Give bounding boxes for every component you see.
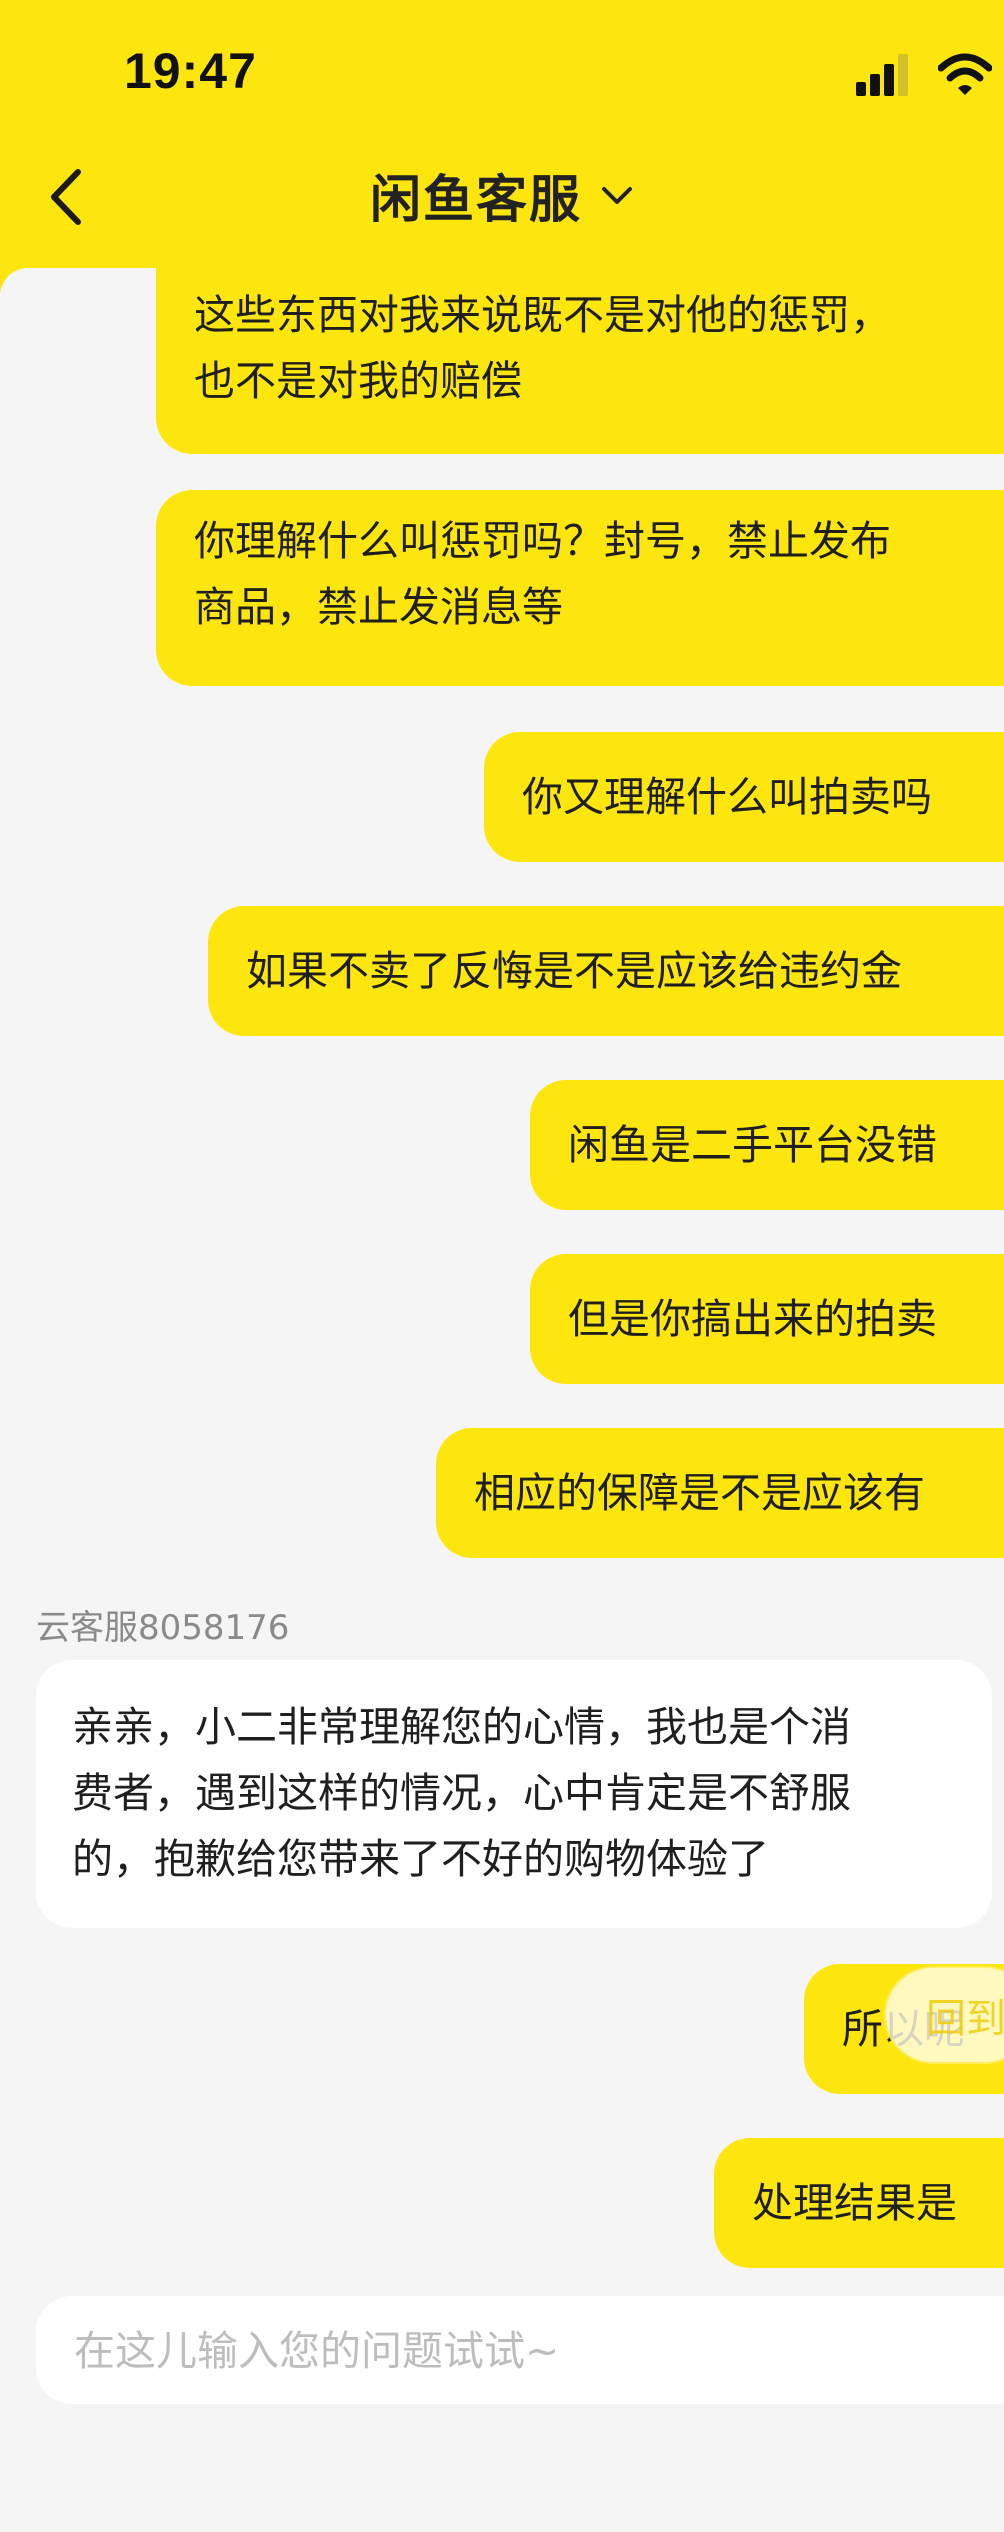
incoming-message[interactable]: 亲亲，小二非常理解您的心情，我也是个消 费者，遇到这样的情况，心中肯定是不舒服 … (36, 1660, 992, 1928)
outgoing-message[interactable]: 如果不卖了反悔是不是应该给违约金 (208, 906, 1004, 1036)
top-bar: 19:47 闲鱼客服 (0, 0, 1004, 300)
header-title-dropdown[interactable]: 闲鱼客服 (0, 150, 1004, 240)
cellular-signal-icon (856, 54, 908, 96)
wifi-icon (938, 53, 992, 95)
outgoing-message[interactable]: 但是你搞出来的拍卖 (530, 1254, 1004, 1384)
chevron-down-icon (602, 187, 632, 204)
outgoing-message[interactable]: 你理解什么叫惩罚吗？封号，禁止发布 商品，禁止发消息等 (156, 490, 1004, 686)
sender-name: 云客服8058176 (36, 1608, 290, 1648)
outgoing-message[interactable]: 相应的保障是不是应该有 (436, 1428, 1004, 1558)
back-to-bottom-button[interactable]: 回到 (884, 1966, 1004, 2064)
outgoing-message[interactable]: 这些东西对我来说既不是对他的惩罚， 也不是对我的赔偿 (156, 268, 1004, 454)
outgoing-message[interactable]: 处理结果是 (714, 2138, 1004, 2268)
back-to-bottom-label: 回到 (926, 1996, 1004, 2042)
chat-list[interactable]: 这些东西对我来说既不是对他的惩罚， 也不是对我的赔偿 你理解什么叫惩罚吗？封号，… (0, 268, 1004, 2532)
status-time: 19:47 (124, 43, 257, 99)
message-composer[interactable] (36, 2296, 1004, 2406)
message-input[interactable] (72, 2296, 956, 2406)
page-title: 闲鱼客服 (369, 171, 582, 230)
outgoing-message[interactable]: 闲鱼是二手平台没错 (530, 1080, 1004, 1210)
outgoing-message[interactable]: 你又理解什么叫拍卖吗 (484, 732, 1004, 862)
